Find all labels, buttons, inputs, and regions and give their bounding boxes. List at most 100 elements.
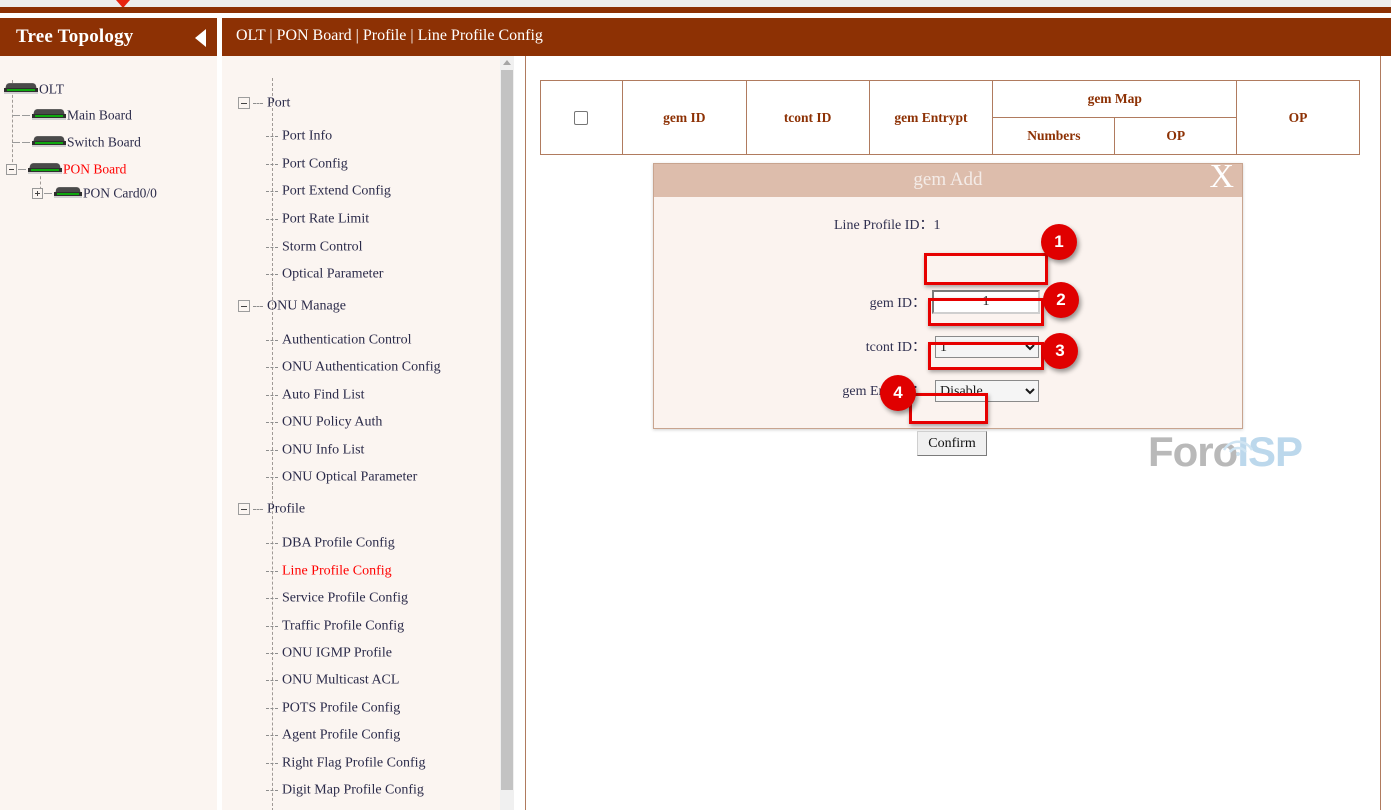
watermark-text-blue: ISP xyxy=(1237,428,1302,475)
annotation-badge-3: 3 xyxy=(1042,333,1078,369)
nav-item-onu-optical-parameter[interactable]: ONU Optical Parameter xyxy=(266,468,417,488)
scrollbar-thumb[interactable] xyxy=(501,70,513,790)
nav-branch-line xyxy=(266,626,278,627)
nav-item-onu-multicast-acl[interactable]: ONU Multicast ACL xyxy=(266,671,399,691)
dialog-title-bar: gem Add X xyxy=(654,164,1242,197)
nav-item-label: Optical Parameter xyxy=(282,266,383,281)
nav-item-label: ONU Info List xyxy=(282,442,364,457)
scroll-up-arrow-icon[interactable] xyxy=(500,56,514,68)
nav-item-label: Agent Profile Config xyxy=(282,727,400,742)
nav-item-onu-policy-auth[interactable]: ONU Policy Auth xyxy=(266,413,382,433)
header-gem-entrypt: gem Entrypt xyxy=(869,81,993,155)
nav-group-onu-manage[interactable]: ONU Manage xyxy=(238,297,346,317)
nav-item-traffic-profile-config[interactable]: Traffic Profile Config xyxy=(266,617,404,637)
tree-toggle-plus-icon[interactable] xyxy=(32,188,43,199)
nav-branch-line xyxy=(266,571,278,572)
nav-group-label: Profile xyxy=(267,501,305,516)
nav-item-label: ONU Authentication Config xyxy=(282,359,441,374)
nav-item-auto-find-list[interactable]: Auto Find List xyxy=(266,386,364,406)
label-colon: ： xyxy=(912,296,926,311)
tree-node-pon-card[interactable]: PON Card0/0 xyxy=(32,184,157,204)
nav-branch-line xyxy=(266,247,278,248)
nav-item-label: Service Profile Config xyxy=(282,590,408,605)
nav-branch-line xyxy=(266,274,278,275)
nav-item-label: Digit Map Profile Config xyxy=(282,782,424,797)
nav-item-port-rate-limit[interactable]: Port Rate Limit xyxy=(266,210,369,230)
tree-branch-line xyxy=(12,115,20,116)
tree-node-label: PON Board xyxy=(63,161,126,176)
tree-node-main-board[interactable]: Main Board xyxy=(12,106,132,126)
nav-item-pots-profile-config[interactable]: POTS Profile Config xyxy=(266,699,400,719)
nav-branch-line xyxy=(266,450,278,451)
select-all-checkbox[interactable] xyxy=(574,111,588,125)
tree-node-olt[interactable]: OLT xyxy=(4,80,64,100)
table-header-row: gem ID tcont ID gem Entrypt gem Map OP xyxy=(541,81,1360,118)
nav-branch-line xyxy=(266,680,278,681)
breadcrumb-bar: OLT | PON Board | Profile | Line Profile… xyxy=(222,18,1391,56)
nav-group-profile[interactable]: Profile xyxy=(238,500,305,520)
nav-branch-line xyxy=(266,340,278,341)
nav-item-authentication-control[interactable]: Authentication Control xyxy=(266,331,411,351)
nav-toggle-minus-icon[interactable] xyxy=(238,503,250,515)
gem-entrypt-select[interactable]: Disable xyxy=(935,380,1039,402)
nav-item-right-flag-profile-config[interactable]: Right Flag Profile Config xyxy=(266,754,426,774)
gem-id-input[interactable] xyxy=(932,290,1040,314)
tree-node-label: Switch Board xyxy=(67,134,141,149)
nav-branch-line xyxy=(266,477,278,478)
tcont-id-select[interactable]: 1 xyxy=(935,336,1039,358)
nav-item-agent-profile-config[interactable]: Agent Profile Config xyxy=(266,726,400,746)
nav-branch-line xyxy=(266,735,278,736)
nav-item-label: ONU Optical Parameter xyxy=(282,469,417,484)
tree-node-label: Main Board xyxy=(67,107,132,122)
nav-item-label: ONU Policy Auth xyxy=(282,414,382,429)
nav-toggle-minus-icon[interactable] xyxy=(238,97,250,109)
breadcrumb: OLT | PON Board | Profile | Line Profile… xyxy=(236,27,543,45)
nav-group-port[interactable]: Port xyxy=(238,94,290,114)
header-gem-map: gem Map xyxy=(993,81,1237,118)
gem-id-label-text: gem ID xyxy=(870,296,912,311)
triangle-left-icon[interactable] xyxy=(195,29,206,47)
board-icon xyxy=(32,109,66,122)
wifi-signal-icon xyxy=(1220,434,1256,456)
nav-branch-line xyxy=(253,306,263,307)
confirm-button[interactable]: Confirm xyxy=(917,431,987,456)
nav-item-service-profile-config[interactable]: Service Profile Config xyxy=(266,589,408,609)
tcont-id-label-text: tcont ID xyxy=(866,340,912,355)
tcont-id-row: tcont ID： xyxy=(804,332,926,360)
nav-branch-line xyxy=(266,598,278,599)
nav-item-storm-control[interactable]: Storm Control xyxy=(266,238,363,258)
nav-branch-line xyxy=(266,367,278,368)
header-gem-id: gem ID xyxy=(622,81,746,155)
tree-node-switch-board[interactable]: Switch Board xyxy=(12,133,141,153)
nav-branch-line xyxy=(266,136,278,137)
page-title: Tree Topology xyxy=(16,26,134,48)
select-all-cell xyxy=(541,81,623,155)
close-icon[interactable]: X xyxy=(1209,160,1234,194)
tree-node-pon-board[interactable]: PON Board xyxy=(6,160,126,180)
nav-item-line-profile-config[interactable]: Line Profile Config xyxy=(266,562,392,582)
tree-branch-line xyxy=(44,193,52,194)
tree-branch-line xyxy=(12,142,20,143)
nav-toggle-minus-icon[interactable] xyxy=(238,300,250,312)
nav-branch-line xyxy=(266,708,278,709)
application-window: Tree Topology OLT Main Board Switch Boar… xyxy=(0,0,1391,810)
nav-item-onu-igmp-profile[interactable]: ONU IGMP Profile xyxy=(266,644,392,664)
nav-item-port-extend-config[interactable]: Port Extend Config xyxy=(266,182,391,202)
tree-toggle-minus-icon[interactable] xyxy=(6,164,17,175)
nav-item-label: Port Rate Limit xyxy=(282,211,369,226)
nav-item-dba-profile-config[interactable]: DBA Profile Config xyxy=(266,534,395,554)
nav-branch-line xyxy=(253,509,263,510)
gem-add-dialog: gem Add X Line Profile ID：1 gem ID： tcon… xyxy=(653,163,1243,429)
nav-group-label: Port xyxy=(267,95,290,110)
nav-item-digit-map-profile-config[interactable]: Digit Map Profile Config xyxy=(266,781,424,801)
navigation-scrollbar[interactable] xyxy=(500,56,514,810)
board-icon xyxy=(32,136,66,149)
nav-item-onu-authentication-config[interactable]: ONU Authentication Config xyxy=(266,358,441,378)
nav-item-port-config[interactable]: Port Config xyxy=(266,155,348,175)
line-profile-id-label: Line Profile ID xyxy=(834,218,920,233)
nav-item-onu-info-list[interactable]: ONU Info List xyxy=(266,441,364,461)
nav-branch-line xyxy=(266,219,278,220)
nav-item-optical-parameter[interactable]: Optical Parameter xyxy=(266,265,383,285)
nav-item-port-info[interactable]: Port Info xyxy=(266,127,332,147)
navigation-panel: OLT | PON Board | Profile | Line Profile… xyxy=(222,18,512,810)
